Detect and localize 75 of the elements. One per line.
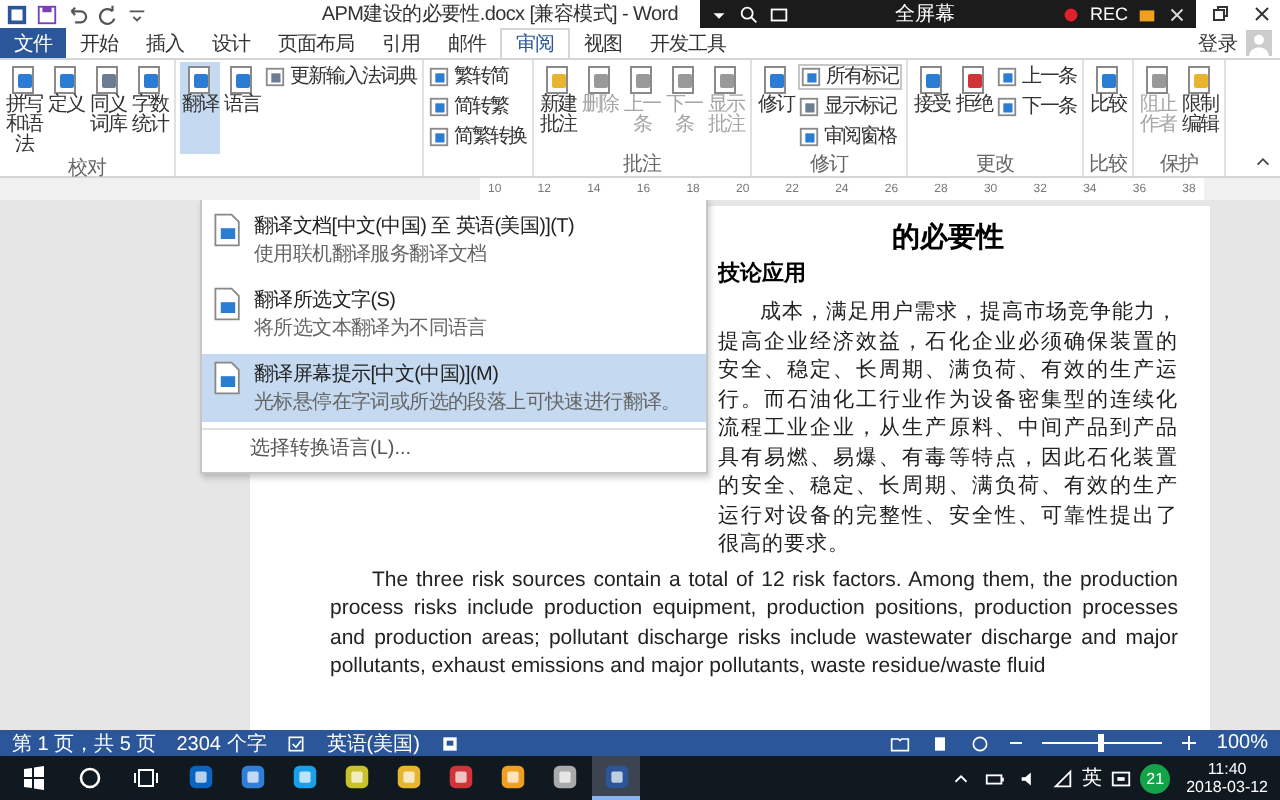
macro-icon[interactable] xyxy=(439,733,460,753)
menu-item[interactable]: 翻译文档[中文(中国) 至 英语(美国)](T) 使用联机翻译服务翻译文档 xyxy=(202,206,706,274)
group-label: 校对 xyxy=(66,158,108,180)
clock-date[interactable]: 2018-03-12 xyxy=(1186,778,1268,796)
save-icon[interactable] xyxy=(36,3,58,25)
ribbon-tab[interactable]: 开发工具 xyxy=(636,28,740,58)
markup-dropdown[interactable]: 所有标记 xyxy=(798,64,902,90)
body-paragraph: 成本，满足用户需求，提高市场竞争能力，提高企业经济效益，石化企业必须确保装置的安全、稳定、长周期、满负荷、有效的生产运行。而石油化工行业作为设备密集型的连续化流程工业企业，从生产原料、中间产品到产品具有易燃、易爆、有毒等特点，因此石化装置的安全、稳定、长周期、满负荷、有效的生产运行对设备的完整性、安全性、可靠性提出了很高的要求。 xyxy=(718,298,1178,559)
ribbon-button[interactable]: 修订 xyxy=(756,62,796,154)
group-label: 保护 xyxy=(1158,154,1200,176)
word-count[interactable]: 2304 个字 xyxy=(176,729,267,757)
document-heading: 的必要性 xyxy=(890,218,1006,256)
ribbon-tab[interactable]: 开始 xyxy=(66,28,132,58)
zoom-in-button[interactable] xyxy=(1182,736,1197,750)
frame-icon[interactable] xyxy=(768,3,790,25)
undo-icon[interactable] xyxy=(66,3,88,25)
print-layout-icon[interactable] xyxy=(930,733,951,753)
zoom-slider-thumb[interactable] xyxy=(1098,734,1105,752)
ribbon-button[interactable]: 限制编辑 xyxy=(1180,62,1220,154)
zoom-icon[interactable] xyxy=(738,3,760,25)
ribbon-button[interactable]: 拒绝 xyxy=(954,62,994,154)
menu-item[interactable]: 翻译所选文字(S) 将所选文本翻译为不同语言 xyxy=(202,280,706,348)
ribbon-button[interactable]: 下一条 xyxy=(996,94,1078,120)
start-icon[interactable] xyxy=(18,762,50,794)
language-status[interactable]: 英语(美国) xyxy=(326,729,420,757)
network-icon[interactable] xyxy=(1052,767,1075,789)
sign-in-link[interactable]: 登录 xyxy=(1198,29,1238,57)
group-label: 比较 xyxy=(1088,154,1128,176)
web-layout-icon[interactable] xyxy=(970,733,991,753)
document-subheading: 技论应用 xyxy=(718,259,808,290)
ribbon-button[interactable]: 审阅窗格 xyxy=(798,124,902,150)
proofing-icon[interactable] xyxy=(286,733,307,753)
zoom-level[interactable]: 100% xyxy=(1216,732,1268,754)
menu-item[interactable]: 选择转换语言(L)... xyxy=(202,428,706,466)
ribbon-button[interactable]: 繁转简 xyxy=(428,64,528,90)
group-label: 批注 xyxy=(621,154,664,176)
group-label: 更改 xyxy=(974,154,1016,176)
menu-item[interactable]: 翻译屏幕提示[中文(中国)](M) 光标悬停在字词或所选的段落上可快速进行翻译。 xyxy=(202,354,706,422)
ribbon-button[interactable]: 字数统计 xyxy=(130,62,170,158)
ribbon-tab[interactable]: 引用 xyxy=(368,28,434,58)
recorder-mode-label: 全屏幕 xyxy=(892,1,957,28)
ribbon-button[interactable]: 同义词库 xyxy=(88,62,128,158)
file-tab[interactable]: 文件 xyxy=(0,28,66,58)
ribbon-button[interactable]: 显示标记 xyxy=(798,94,902,120)
collapse-ribbon-icon[interactable] xyxy=(1254,152,1272,170)
window-title: APM建设的必要性.docx [兼容模式] - Word xyxy=(319,1,680,28)
ribbon-button[interactable]: 接受 xyxy=(912,62,952,154)
ribbon-button[interactable]: 上一条 xyxy=(996,64,1078,90)
read-mode-icon[interactable] xyxy=(890,733,911,753)
ribbon-button[interactable]: 拼写和语法 xyxy=(4,62,44,158)
ribbon-button[interactable]: 新建批注 xyxy=(538,62,578,154)
keyboard-icon[interactable] xyxy=(1110,767,1133,789)
ribbon-button[interactable]: 比较 xyxy=(1088,62,1128,154)
redo-icon[interactable] xyxy=(96,3,118,25)
ribbon-button[interactable]: 翻译 xyxy=(180,62,220,154)
input-method-indicator[interactable]: 英 xyxy=(1082,764,1103,792)
ribbon-tab[interactable]: 页面布局 xyxy=(264,28,368,58)
ribbon-button[interactable]: 简转繁 xyxy=(428,94,528,120)
ribbon-button[interactable]: 更新输入法词典 xyxy=(264,64,418,90)
group-label: 修订 xyxy=(808,154,851,176)
ribbon-button[interactable]: 定义 xyxy=(46,62,86,158)
ribbon-tab[interactable]: 邮件 xyxy=(434,28,500,58)
ribbon-tab[interactable]: 设计 xyxy=(198,28,264,58)
ribbon-button[interactable]: 简繁转换 xyxy=(428,124,528,150)
ribbon-tab[interactable]: 审阅 xyxy=(500,28,570,58)
clock-time[interactable]: 11:40 xyxy=(1207,760,1247,778)
close-icon[interactable] xyxy=(1166,3,1188,25)
page-count[interactable]: 第 1 页，共 5 页 xyxy=(12,729,157,757)
rec-label: REC xyxy=(1089,4,1128,24)
ribbon-button[interactable]: 语言 xyxy=(222,62,262,154)
ribbon-tab[interactable]: 视图 xyxy=(570,28,636,58)
body-paragraph: The three risk sources contain a total of 12 risk factors. Among them, the production process risks include production equipment, production positions, production processes and production areas; pollutant discharge risks include wastewater discharge and major pollutants, exhaust emissions and major pollutants, waste residue/waste fluid xyxy=(330,565,1178,681)
ribbon-tab[interactable]: 插入 xyxy=(132,28,198,58)
record-dot-icon xyxy=(1059,3,1082,25)
taskbar-app[interactable] xyxy=(592,756,640,800)
